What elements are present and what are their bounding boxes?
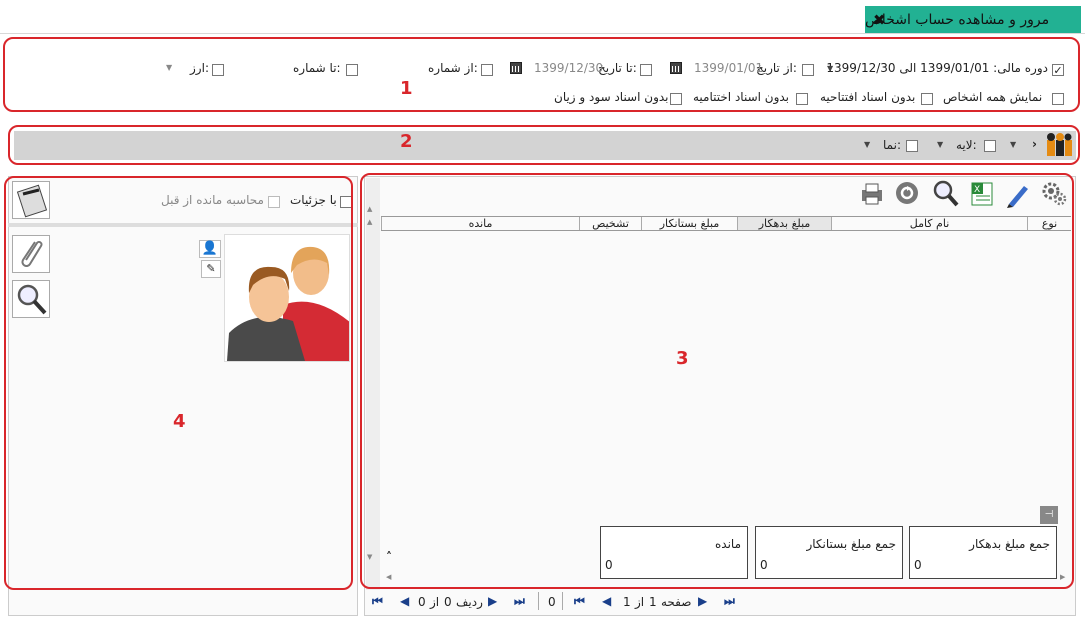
show-all-persons-label: نمایش همه اشخاص [943, 90, 1043, 104]
to-date-calendar-icon[interactable] [510, 62, 522, 77]
fiscal-period[interactable]: دوره مالی: 1399/01/01 الی 1399/12/30 [826, 61, 1048, 75]
next-row-icon[interactable]: ▶ [488, 594, 497, 608]
currency-dropdown-icon[interactable]: ▼ [166, 63, 172, 72]
first-page-icon[interactable]: ⏮ [574, 594, 585, 609]
row-current: 0 [444, 595, 452, 609]
no-pl-docs-label: بدون اسناد سود و زیان [554, 90, 669, 104]
persons-icon[interactable] [1044, 130, 1074, 160]
marker-1: 1 [400, 78, 413, 99]
from-date-calendar-icon[interactable] [670, 62, 682, 77]
no-closing-docs-checkbox[interactable] [796, 91, 808, 105]
details-region [4, 176, 353, 590]
fiscal-period-value: 1399/01/01 الی 1399/12/30 [826, 61, 990, 75]
no-opening-docs-label: بدون اسناد افتتاحیه [820, 90, 916, 104]
no-closing-docs-label: بدون اسناد اختتامیه [693, 90, 790, 104]
to-date-label: تا تاریخ: [598, 61, 637, 75]
fiscal-period-dropdown-icon[interactable]: ▼ [827, 64, 833, 73]
page-current: 1 [649, 595, 657, 609]
last-page-icon[interactable]: ⏭ [724, 594, 735, 609]
fiscal-period-checkbox[interactable] [1052, 62, 1064, 76]
row-total: 0 [418, 595, 426, 609]
row-of-label: از [430, 595, 440, 609]
page-of-label: از [635, 595, 645, 609]
show-all-persons-checkbox[interactable] [1052, 91, 1064, 105]
prev-page-icon[interactable]: ◀ [602, 594, 611, 608]
pager-divider [562, 592, 563, 610]
close-icon[interactable]: ✖ [873, 11, 886, 29]
currency-checkbox[interactable] [212, 62, 224, 76]
currency-label: ارز: [190, 61, 209, 75]
layer-checkbox[interactable] [984, 138, 996, 152]
fiscal-period-label: دوره مالی: [993, 61, 1048, 75]
view-checkbox[interactable] [906, 138, 918, 152]
pager-divider [538, 592, 539, 610]
page-size[interactable]: 0 [548, 595, 556, 609]
from-date-checkbox[interactable] [802, 62, 814, 76]
from-number-label: از شماره: [428, 61, 478, 75]
next-page-icon[interactable]: ▶ [698, 594, 707, 608]
first-row-icon[interactable]: ⏮ [372, 594, 383, 609]
grid-region [360, 173, 1074, 589]
marker-2: 2 [400, 131, 413, 152]
prev-row-icon[interactable]: ◀ [400, 594, 409, 608]
to-number-label: تا شماره: [293, 61, 341, 75]
from-number-checkbox[interactable] [481, 62, 493, 76]
pager: ⏮ ◀ 0 از 0 ردیف ▶ ⏭ 0 ⏮ ◀ 1 از 1 صفحه ▶ … [366, 592, 1074, 612]
layer-dropdown-icon[interactable]: ▼ [1010, 140, 1016, 149]
from-date-value[interactable]: 1399/01/01 [694, 61, 763, 75]
row-label: ردیف [456, 595, 483, 609]
page-label: صفحه [661, 595, 692, 609]
window-title: مرور و مشاهده حساب اشخاص [865, 11, 1050, 28]
last-row-icon[interactable]: ⏭ [514, 594, 525, 609]
to-date-value[interactable]: 1399/12/30 [534, 61, 603, 75]
to-date-checkbox[interactable] [640, 62, 652, 76]
layer-label: لایه: [956, 138, 977, 152]
view-label: نما: [883, 138, 901, 152]
layer-select-icon[interactable]: ▼ [937, 140, 943, 149]
no-opening-docs-checkbox[interactable] [921, 91, 933, 105]
divider [0, 33, 1085, 34]
window-title-tab[interactable]: ✖ مرور و مشاهده حساب اشخاص [865, 6, 1081, 33]
chevron-right-icon[interactable]: › [1032, 137, 1037, 151]
no-pl-docs-checkbox[interactable] [670, 91, 682, 105]
view-dropdown-icon[interactable]: ▼ [864, 140, 870, 149]
toolbar-region [8, 125, 1080, 165]
to-number-checkbox[interactable] [346, 62, 358, 76]
total-pages: 1 [623, 595, 631, 609]
